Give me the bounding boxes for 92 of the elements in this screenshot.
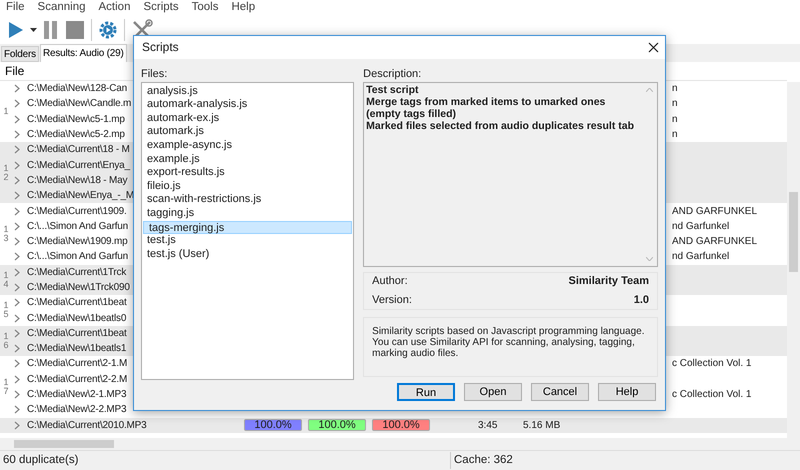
file-path: C:\Media\Current\1909. — [27, 204, 127, 219]
tab[interactable]: Results: Audio (29) — [40, 44, 127, 62]
file-path: C:\...\Simon And Garfun — [27, 250, 128, 264]
status-text: Cache: 362 — [450, 452, 513, 470]
menu-item[interactable]: Scanning — [38, 0, 86, 17]
menu-item[interactable]: Help — [231, 0, 256, 17]
file-path: C:\Media\Current\1beat — [27, 326, 127, 341]
file-list-item[interactable]: automark-analysis.js — [142, 98, 354, 112]
file-list-item[interactable]: fileio.js — [142, 180, 354, 194]
group-number: 12 — [2, 164, 10, 182]
artist-text: n — [672, 82, 678, 96]
artist-text: n — [672, 97, 678, 112]
vertical-scrollbar[interactable] — [787, 82, 800, 438]
file-list-item[interactable]: example-async.js — [142, 138, 354, 153]
artist-text: nd Garfunkel — [672, 220, 730, 234]
artist-text: c Collection Vol. 1 — [672, 357, 752, 372]
info-text: Similarity scripts based on Javascript programming language. You can use Similarity API for scanning, analysing, tagging, marking audio files. — [372, 326, 646, 359]
file-path: C:\Media\Current\2-1.M — [27, 357, 128, 372]
file-list-item[interactable]: tags-merging.js — [143, 220, 352, 234]
artist-text: nd Garfunkel — [672, 250, 730, 264]
file-list-item[interactable]: test.js — [142, 234, 354, 248]
file-path: C:\Media\New\c5-2.mp — [27, 128, 125, 142]
similarity-bar: 100.0% — [244, 419, 302, 432]
group-number: 13 — [2, 224, 10, 243]
file-path: C:\Media\New\1909.mp — [27, 235, 128, 250]
group-number: 1 — [2, 107, 10, 116]
author-label: Author: — [372, 274, 408, 289]
description-line: Test script — [366, 84, 420, 96]
file-path: C:\Media\New\Candle.m — [27, 97, 132, 112]
file-list-item[interactable]: scan-with-restrictions.js — [142, 193, 354, 207]
file-path: C:\Media\Current\1Trck — [27, 266, 126, 280]
menu-item[interactable]: Action — [98, 0, 130, 17]
file-list-item[interactable]: automark.js — [142, 125, 354, 139]
dialog-button[interactable]: Help — [598, 382, 656, 401]
status-text: 60 duplicate(s) — [2, 452, 80, 468]
file-list-item[interactable]: automark-ex.js — [142, 112, 354, 126]
dialog-button[interactable]: Open — [464, 382, 522, 401]
tab[interactable]: Folders — [1, 46, 39, 62]
similarity-bar: 100.0% — [372, 419, 430, 432]
file-path: C:\Media\New\2-1.MP3 — [27, 388, 126, 402]
column-header[interactable]: File — [5, 62, 24, 80]
dialog-title: Scripts — [142, 39, 179, 56]
file-path: C:\...\Simon And Garfun — [27, 220, 128, 234]
artist-text: n — [672, 128, 678, 142]
file-path: C:\Media\New\1Trck090 — [27, 281, 130, 295]
menu-item[interactable]: Tools — [192, 0, 218, 17]
file-path: C:\Media\Current\18 - M — [27, 143, 130, 158]
file-path: C:\Media\Current\2010.MP3 — [27, 418, 147, 433]
dialog-button[interactable]: Cancel — [531, 382, 589, 401]
close-icon[interactable] — [648, 42, 659, 53]
description-line: Merge tags from marked items to umarked ones (empty tags filled) — [366, 96, 606, 120]
dialog-button[interactable]: Run — [397, 382, 455, 401]
group-number: 17 — [2, 378, 10, 396]
play-icon[interactable] — [8, 21, 24, 39]
file-path: C:\Media\New\18 - May — [27, 174, 128, 188]
file-list-item[interactable]: tagging.js — [142, 206, 354, 220]
group-number: 15 — [2, 301, 10, 320]
artist-text: n — [672, 112, 678, 127]
horizontal-scrollbar[interactable] — [0, 438, 800, 450]
settings-icon[interactable] — [98, 20, 118, 40]
file-list-item[interactable]: example.js — [142, 152, 354, 166]
file-path: C:\Media\New\128-Can — [27, 82, 127, 96]
pause-icon[interactable] — [43, 20, 59, 40]
size-text: 5.16 MB — [523, 418, 560, 433]
description-label: Description: — [363, 66, 422, 80]
dropdown-caret-icon[interactable] — [30, 28, 37, 32]
file-path: C:\Media\New\c5-1.mp — [27, 112, 125, 127]
file-list-item[interactable]: test.js (User) — [142, 248, 354, 262]
file-path: C:\Media\New\Enya_-_M — [27, 189, 134, 204]
file-list-item[interactable]: analysis.js — [142, 84, 354, 98]
file-path: C:\Media\New\1beatls0 — [27, 312, 126, 326]
file-path: C:\Media\Current\1beat — [27, 296, 127, 310]
version-value: 1.0 — [634, 293, 649, 308]
artist-text: AND GARFUNKEL — [672, 235, 758, 250]
file-path: C:\Media\New\1beatls1 — [27, 342, 126, 356]
description-line: Marked files selected from audio duplicates result tab — [366, 120, 635, 132]
file-path: C:\Media\Current\Enya_ — [27, 158, 130, 173]
group-number: 16 — [2, 332, 10, 350]
artist-text: AND GARFUNKEL — [672, 204, 758, 219]
files-label: Files: — [141, 66, 168, 80]
version-label: Version: — [372, 293, 412, 308]
menu-item[interactable]: File — [6, 0, 25, 17]
group-number: 14 — [2, 270, 10, 289]
author-value: Similarity Team — [568, 274, 649, 289]
duration-text: 3:45 — [478, 418, 498, 433]
menu-item[interactable]: Scripts — [143, 0, 179, 17]
stop-icon[interactable] — [65, 20, 85, 40]
file-path: C:\Media\New\2-2.MP3 — [27, 403, 126, 418]
artist-text: c Collection Vol. 1 — [672, 388, 752, 402]
file-path: C:\Media\Current\2-2.M — [27, 372, 128, 387]
file-list-item[interactable]: export-results.js — [142, 166, 354, 180]
similarity-bar: 100.0% — [308, 419, 366, 432]
